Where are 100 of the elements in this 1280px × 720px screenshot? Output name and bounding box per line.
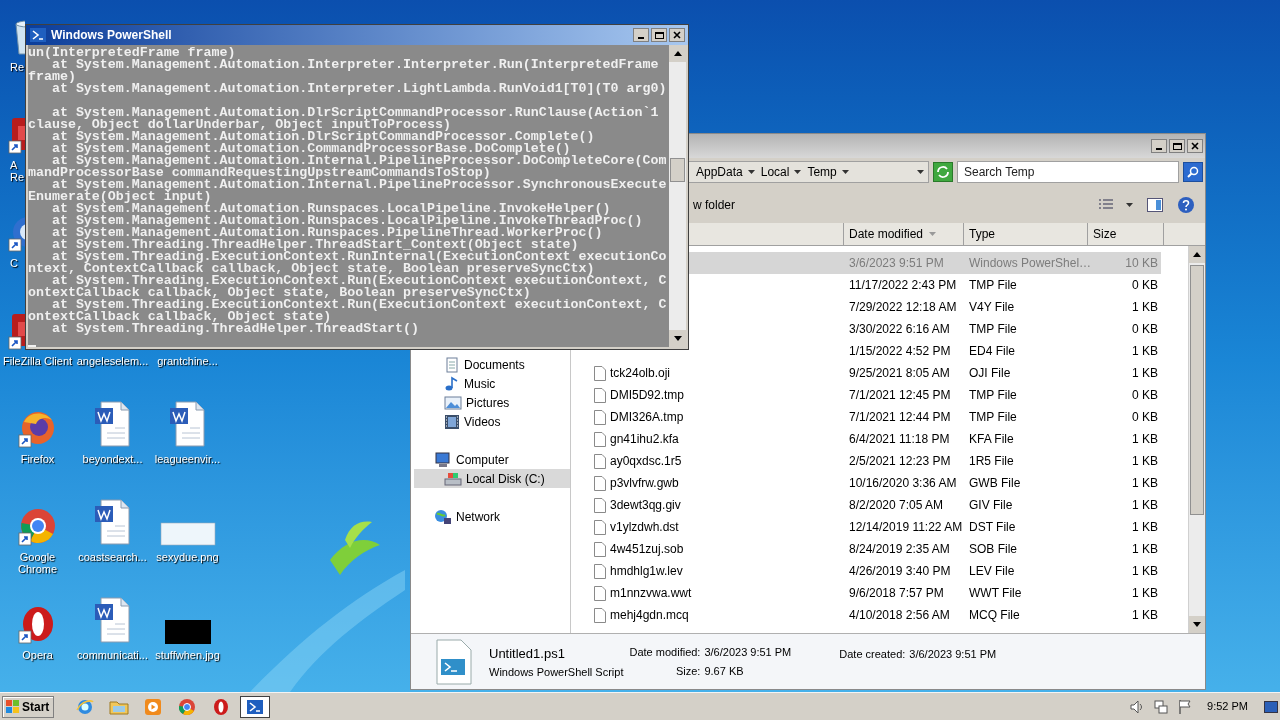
size-cell-text: 1 KB xyxy=(1131,585,1159,602)
type-cell-text: GIV File xyxy=(968,497,1014,514)
icon-label: Chrome xyxy=(17,563,58,575)
type-cell-text: LEV File xyxy=(968,563,1016,580)
size-cell-text: 1 KB xyxy=(1131,541,1159,558)
detail-label: Date created: xyxy=(839,647,906,662)
type-cell-text: WWT File xyxy=(968,585,1023,602)
size-cell-text: 0 KB xyxy=(1131,409,1159,426)
size-cell-text: 1 KB xyxy=(1131,365,1159,382)
icon-label: leagueenvir... xyxy=(154,453,221,465)
date-cell-text: 3/30/2022 6:16 AM xyxy=(848,321,951,338)
console-line: Enumerate(Object input) xyxy=(28,191,212,203)
console-line: at System.Management.Automation.Internal.PipelineProcessor.DoCompleteCore(Com xyxy=(51,155,668,167)
size-cell-text: 1 KB xyxy=(1131,519,1159,536)
date-cell-text: 11/17/2022 2:43 PM xyxy=(848,277,958,294)
file-name: tck24olb.oji xyxy=(610,365,671,382)
detail-value: 3/6/2023 9:51 PM xyxy=(909,647,997,662)
console-line: at System.Threading.ExecutionContext.Run(ExecutionContext executionContext, C xyxy=(51,299,668,311)
file-name: Untitled1.ps1 xyxy=(489,644,566,663)
file-name: 3dewt3qg.giv xyxy=(610,497,681,514)
date-cell-text: 8/2/2020 7:05 AM xyxy=(848,497,945,514)
file-name: gn41ihu2.kfa xyxy=(610,431,679,448)
console-line: at System.Management.Automation.Runspaces.PipelineThread.WorkerProc() xyxy=(50,227,603,239)
file-type: Windows PowerShell Script xyxy=(489,665,624,680)
file-name: hmdhlg1w.lev xyxy=(610,563,683,580)
size-cell-text: 1 KB xyxy=(1131,453,1159,470)
console-line: un(InterpretedFrame frame) xyxy=(28,47,236,59)
type-cell-text: SOB File xyxy=(968,541,1018,558)
console-line: at System.Management.Automation.DlrScriptCommandProcessor.Complete() xyxy=(51,131,596,143)
detail-label: Date modified: xyxy=(629,645,701,660)
size-cell-text: 0 KB xyxy=(1131,277,1159,294)
type-cell-text: DST File xyxy=(968,519,1017,536)
size-cell-text: 1 KB xyxy=(1131,343,1159,360)
icon-label: sexydue.png xyxy=(156,551,219,563)
file-name: ay0qxdsc.1r5 xyxy=(610,453,682,470)
console-line: clause, Object dollarUnderbar, Object inputToProcess) xyxy=(28,119,451,131)
type-cell-text: GWB File xyxy=(968,475,1022,492)
icon-label: angeleselem... xyxy=(76,355,149,367)
console-line: mandProcessorBase commandRequestingUpstreamCommandsToStop) xyxy=(28,167,491,179)
type-cell-text: ED4 File xyxy=(968,343,1016,360)
size-cell-text: 1 KB xyxy=(1131,475,1159,492)
window-title: Windows PowerShell xyxy=(51,27,172,44)
type-cell-text: TMP File xyxy=(968,321,1018,338)
size-cell-text: 1 KB xyxy=(1131,607,1159,624)
console-line: frame) xyxy=(28,71,76,83)
console-line: at System.Management.Automation.CommandProcessorBase.DoComplete() xyxy=(50,143,571,155)
console-line: at System.Threading.ThreadHelper.ThreadStart() xyxy=(50,323,420,335)
date-cell-text: 3/6/2023 9:51 PM xyxy=(848,255,945,272)
file-name: m1nnzvwa.wwt xyxy=(610,585,692,602)
icon-label: C xyxy=(10,257,18,269)
file-name: 4w451zuj.sob xyxy=(610,541,684,558)
size-cell-text: 1 KB xyxy=(1131,497,1159,514)
size-cell-text: 1 KB xyxy=(1131,431,1159,448)
icon-label: grantchine... xyxy=(157,355,218,367)
console-line: at System.Management.Automation.Interpreter.LightLambda.RunVoid1[T0](T0 arg0) xyxy=(51,83,668,95)
size-cell-text: 1 KB xyxy=(1131,563,1159,580)
date-cell-text: 7/1/2021 12:45 PM xyxy=(848,387,952,404)
size-cell-text: 0 KB xyxy=(1131,387,1159,404)
date-cell-text: 7/29/2022 12:18 AM xyxy=(848,299,958,316)
icon-label: Opera xyxy=(22,649,53,661)
date-cell-text: 2/5/2021 12:23 PM xyxy=(848,453,952,470)
icon-label: Firefox xyxy=(20,453,55,465)
date-cell-text: 10/16/2020 3:36 AM xyxy=(848,475,958,492)
console-line: at System.Threading.ThreadHelper.ThreadStart_Context(Object state) xyxy=(50,239,579,251)
icon-label: FileZilla Client xyxy=(3,355,73,367)
file-name: DMI5D92.tmp xyxy=(610,387,685,404)
file-name: mehj4gdn.mcq xyxy=(610,607,689,624)
icon-label: beyondext... xyxy=(82,453,143,465)
date-cell-text: 9/25/2021 8:05 AM xyxy=(848,365,951,382)
date-cell-text: 4/10/2018 2:56 AM xyxy=(848,607,951,624)
icon-label: stuffwhen.jpg xyxy=(155,649,220,661)
type-cell-text: OJI File xyxy=(968,365,1012,382)
console-line: at System.Management.Automation.Internal.PipelineProcessor.SynchronousExecute xyxy=(51,179,668,191)
console-line: at System.Management.Automation.DlrScriptCommandProcessor.RunClause(Action`1 xyxy=(51,107,660,119)
console-line: at System.Management.Automation.Runspaces.LocalPipeline.InvokeHelper() xyxy=(51,203,611,215)
date-cell-text: 4/26/2019 3:40 PM xyxy=(848,563,952,580)
date-cell-text: 12/14/2019 11:22 AM xyxy=(848,519,964,536)
type-cell-text: TMP File xyxy=(968,409,1018,426)
detail-value: 3/6/2023 9:51 PM xyxy=(704,645,792,660)
console-line: at System.Threading.ExecutionContext.RunInternal(ExecutionContext executionCo xyxy=(51,251,668,263)
type-cell-text: V4Y File xyxy=(968,299,1016,316)
file-name: DMI326A.tmp xyxy=(610,409,684,426)
date-cell-text: 1/15/2022 4:52 PM xyxy=(848,343,952,360)
detail-label: Size: xyxy=(674,663,701,679)
date-cell-text: 8/24/2019 2:35 AM xyxy=(848,541,951,558)
type-cell-text: KFA File xyxy=(968,431,1015,448)
icon-label: A xyxy=(10,159,18,171)
file-name: p3vlvfrw.gwb xyxy=(610,475,679,492)
console-line: at System.Threading.ExecutionContext.Run(ExecutionContext executionContext, C xyxy=(51,275,668,287)
console-line: ontextCallback callback, Object state) xyxy=(28,311,332,323)
size-cell-text: 10 KB xyxy=(1124,255,1159,272)
type-cell-text: TMP File xyxy=(968,277,1018,294)
icon-label: coastsearch... xyxy=(78,551,147,563)
console-line: ntext, ContextCallback callback, Object state, Boolean preserveSyncCtx) xyxy=(28,263,595,275)
console-line: ontextCallback callback, Object state, Boolean preserveSyncCtx) xyxy=(28,287,531,299)
detail-value: 9.67 KB xyxy=(704,663,745,679)
console-line: at System.Management.Automation.Interpreter.Interpreter.Run(InterpretedFrame xyxy=(51,59,660,71)
date-cell-text: 6/4/2021 11:18 PM xyxy=(848,431,951,448)
date-cell-text: 7/1/2021 12:44 PM xyxy=(848,409,952,426)
icon-label: communicati... xyxy=(77,649,148,661)
